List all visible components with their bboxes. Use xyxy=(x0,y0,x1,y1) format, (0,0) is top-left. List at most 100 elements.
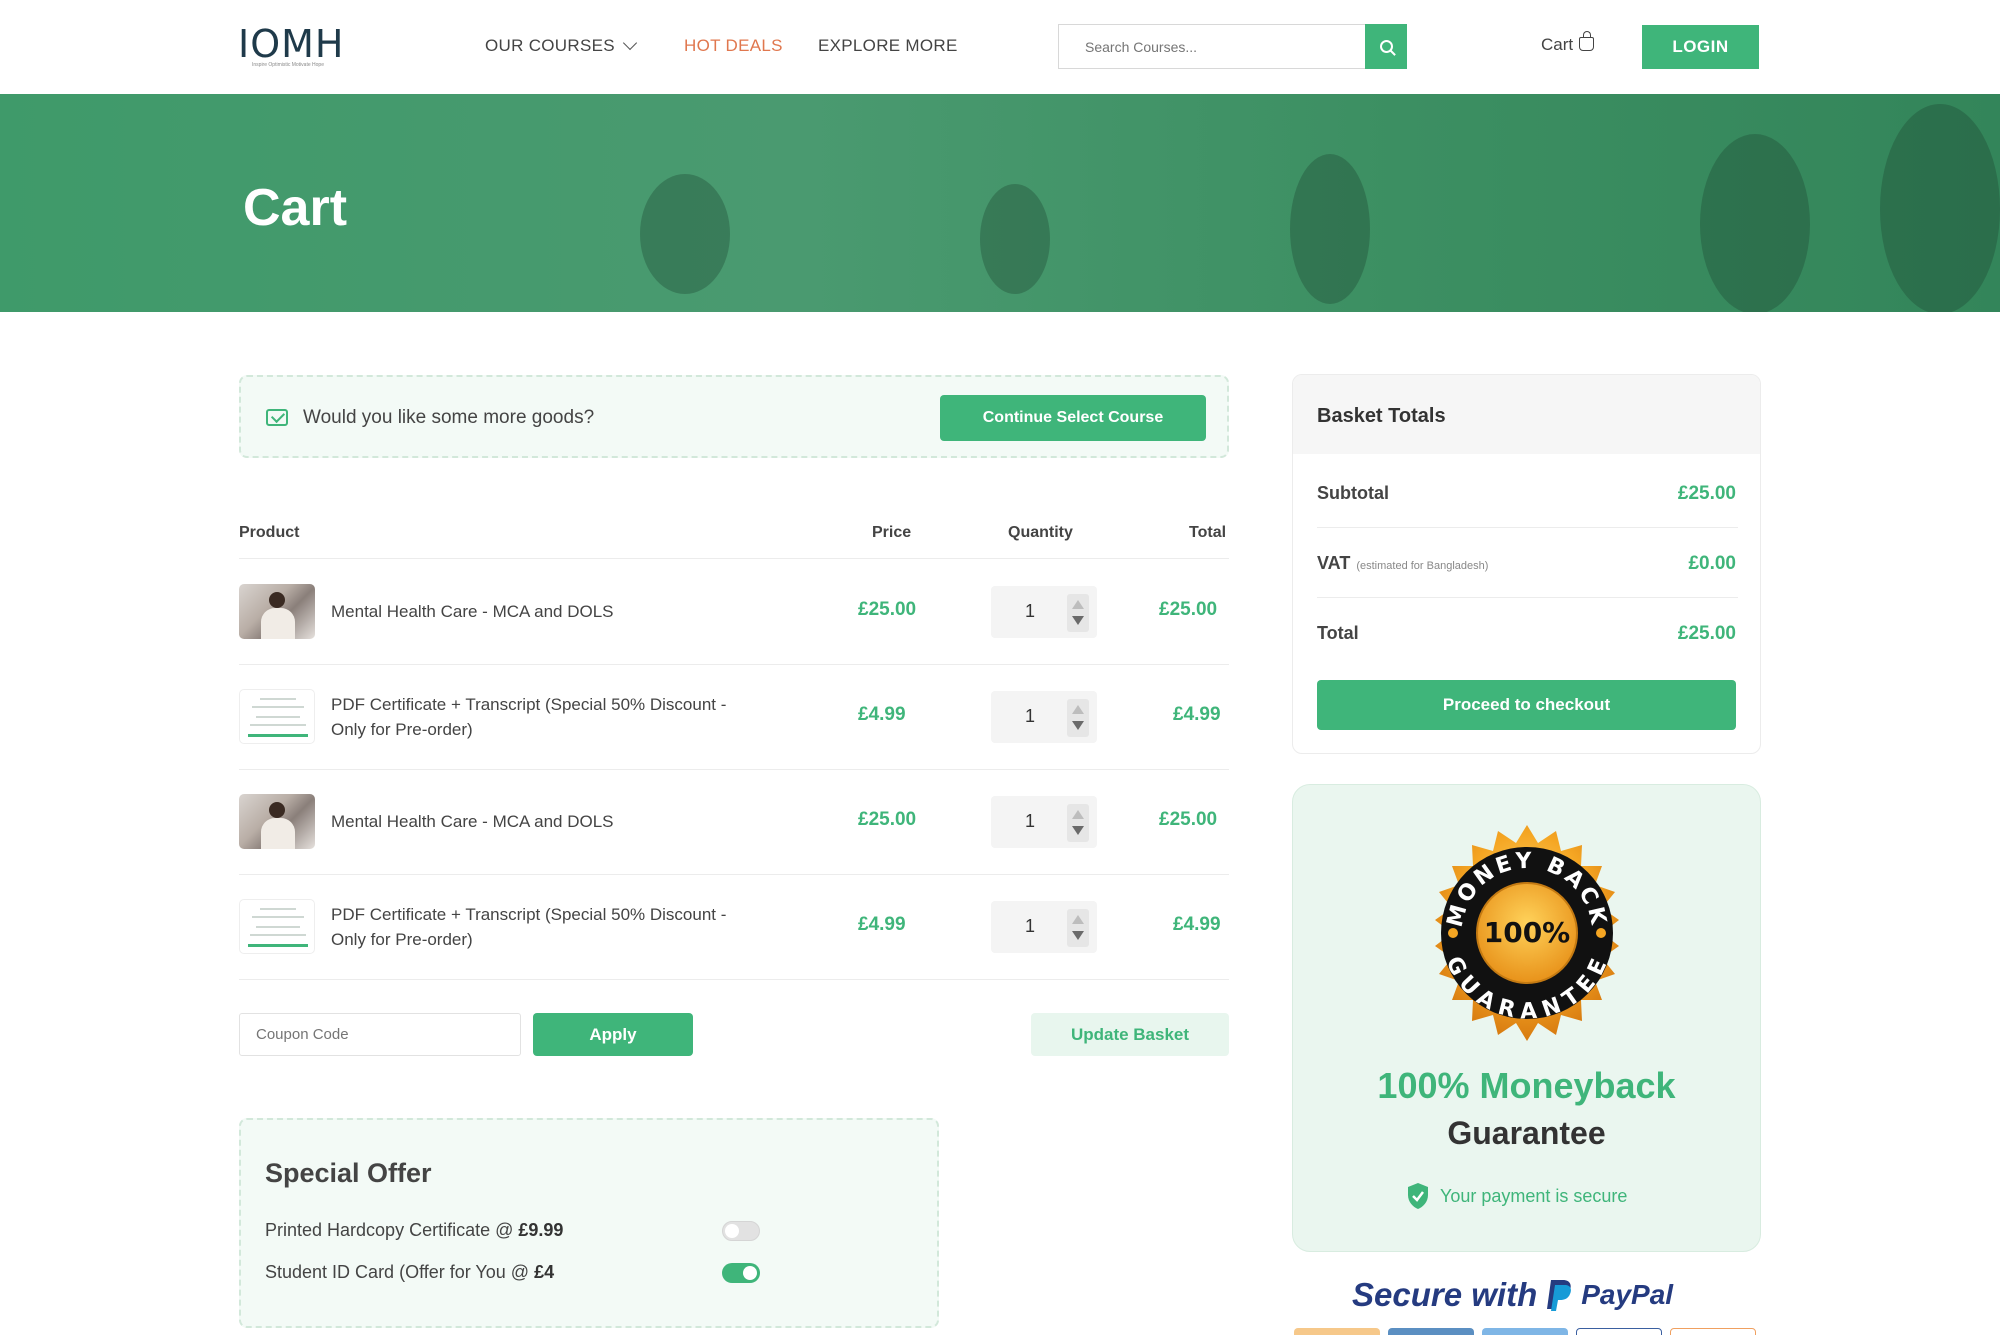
moneyback-badge-icon: MONEY BACK GUARANTEE 100% xyxy=(1435,825,1619,1041)
vat-label: VAT xyxy=(1317,553,1351,573)
proceed-to-checkout-button[interactable]: Proceed to checkout xyxy=(1317,680,1736,730)
product-price: £4.99 xyxy=(858,914,906,935)
arrow-up-icon[interactable] xyxy=(1072,600,1084,609)
site-header: IOMH Inspire Optimistic Motivate Hope OU… xyxy=(0,0,2000,94)
offer-item-hardcopy: Printed Hardcopy Certificate @ £9.99 xyxy=(265,1220,563,1241)
quantity-stepper[interactable]: 1 xyxy=(991,586,1097,638)
product-total: £25.00 xyxy=(1159,809,1218,830)
secure-with-paypal: Secure with PayPal xyxy=(1352,1276,1673,1314)
basket-title: Basket Totals xyxy=(1317,405,1446,427)
arrow-down-icon[interactable] xyxy=(1072,826,1084,835)
product-name[interactable]: Mental Health Care - MCA and DOLS xyxy=(331,599,751,624)
nav-our-courses[interactable]: OUR COURSES xyxy=(485,35,637,56)
payment-method-chip xyxy=(1294,1328,1380,1335)
payment-method-chip xyxy=(1670,1328,1756,1335)
payment-secure-text: Your payment is secure xyxy=(1440,1185,1628,1206)
hardcopy-toggle[interactable] xyxy=(722,1221,760,1241)
cart-label: Cart xyxy=(1541,35,1574,54)
basket-header: Basket Totals xyxy=(1293,375,1760,454)
arrow-up-icon[interactable] xyxy=(1072,915,1084,924)
quantity-value[interactable]: 1 xyxy=(1025,706,1035,727)
coupon-input[interactable] xyxy=(240,1014,520,1055)
divider xyxy=(1317,597,1738,598)
coupon-field-wrapper xyxy=(239,1013,521,1056)
search-box xyxy=(1058,24,1366,69)
cart-link[interactable]: Cart xyxy=(1541,31,1595,55)
payment-method-chip xyxy=(1388,1328,1474,1335)
guarantee-title: 100% Moneyback xyxy=(1377,1065,1676,1106)
badge-center-text: 100% xyxy=(1484,916,1571,949)
vat-value: £0.00 xyxy=(1688,553,1736,574)
product-price: £25.00 xyxy=(858,599,917,620)
quantity-stepper[interactable]: 1 xyxy=(991,796,1097,848)
product-thumbnail[interactable] xyxy=(239,899,315,954)
page-title: Cart xyxy=(243,179,348,237)
search-input[interactable] xyxy=(1059,25,1366,68)
quantity-value[interactable]: 1 xyxy=(1025,811,1035,832)
shopping-bag-icon xyxy=(1579,31,1595,51)
arrow-down-icon[interactable] xyxy=(1072,616,1084,625)
logo[interactable]: IOMH Inspire Optimistic Motivate Hope xyxy=(238,22,345,68)
hero-banner: Cart xyxy=(0,94,2000,312)
arrow-down-icon[interactable] xyxy=(1072,721,1084,730)
moneyback-guarantee-panel: MONEY BACK GUARANTEE 100% 100% Moneyback… xyxy=(1292,784,1761,1252)
search-button[interactable] xyxy=(1365,24,1407,69)
chevron-down-icon xyxy=(622,35,637,51)
prompt-text: Would you like some more goods? xyxy=(303,407,595,428)
column-header-quantity: Quantity xyxy=(1008,524,1073,541)
column-header-product: Product xyxy=(239,524,300,541)
quantity-stepper[interactable]: 1 xyxy=(991,901,1097,953)
offer-item-student-id: Student ID Card (Offer for You @ £4 xyxy=(265,1262,554,1283)
continue-select-course-button[interactable]: Continue Select Course xyxy=(940,395,1206,441)
product-name[interactable]: Mental Health Care - MCA and DOLS xyxy=(331,809,751,834)
arrow-down-icon[interactable] xyxy=(1072,931,1084,940)
product-thumbnail[interactable] xyxy=(239,794,315,849)
quantity-spinner[interactable] xyxy=(1067,594,1089,632)
guarantee-subtitle: Guarantee xyxy=(1447,1115,1606,1151)
quantity-spinner[interactable] xyxy=(1067,804,1089,842)
paypal-icon xyxy=(1547,1280,1572,1311)
login-button[interactable]: LOGIN xyxy=(1642,25,1759,69)
vat-label-wrapper: VAT (estimated for Bangladesh) xyxy=(1317,553,1488,574)
secure-with-text: Secure with xyxy=(1352,1276,1538,1313)
product-name[interactable]: PDF Certificate + Transcript (Special 50… xyxy=(331,902,751,952)
special-offer-title: Special Offer xyxy=(265,1158,432,1188)
quantity-spinner[interactable] xyxy=(1067,909,1089,947)
payment-secure-note: Your payment is secure xyxy=(1406,1182,1627,1210)
table-row: Mental Health Care - MCA and DOLS £25.00… xyxy=(239,769,1229,874)
column-header-total: Total xyxy=(1189,524,1227,541)
offer-item-price: £9.99 xyxy=(518,1220,564,1240)
student-id-toggle[interactable] xyxy=(722,1263,760,1283)
subtotal-value: £25.00 xyxy=(1677,483,1736,504)
basket-totals-panel: Basket Totals Subtotal £25.00 VAT (estima… xyxy=(1292,374,1761,754)
nav-hot-deals[interactable]: HOT DEALS xyxy=(684,36,783,56)
nav-explore-more[interactable]: EXPLORE MORE xyxy=(818,36,958,56)
product-thumbnail[interactable] xyxy=(239,584,315,639)
arrow-up-icon[interactable] xyxy=(1072,810,1084,819)
shield-check-icon xyxy=(1408,1183,1428,1209)
table-row: PDF Certificate + Transcript (Special 50… xyxy=(239,874,1229,979)
table-row: PDF Certificate + Transcript (Special 50… xyxy=(239,664,1229,769)
payment-method-chip xyxy=(1482,1328,1568,1335)
product-price: £25.00 xyxy=(858,809,917,830)
quantity-stepper[interactable]: 1 xyxy=(991,691,1097,743)
quantity-value[interactable]: 1 xyxy=(1025,916,1035,937)
logo-wordmark: IOMH xyxy=(238,22,345,66)
apply-coupon-button[interactable]: Apply xyxy=(533,1013,693,1056)
product-thumbnail[interactable] xyxy=(239,689,315,744)
search-icon xyxy=(1379,40,1393,53)
total-label: Total xyxy=(1317,623,1359,643)
quantity-spinner[interactable] xyxy=(1067,699,1089,737)
total-value: £25.00 xyxy=(1677,623,1736,644)
mail-icon xyxy=(266,409,288,426)
arrow-up-icon[interactable] xyxy=(1072,705,1084,714)
product-total: £25.00 xyxy=(1159,599,1218,620)
product-name[interactable]: PDF Certificate + Transcript (Special 50… xyxy=(331,692,751,742)
table-row: Mental Health Care - MCA and DOLS £25.00… xyxy=(239,559,1229,664)
vat-note: (estimated for Bangladesh) xyxy=(1356,560,1489,572)
quantity-value[interactable]: 1 xyxy=(1025,601,1035,622)
offer-item-label: Printed Hardcopy Certificate @ xyxy=(265,1220,519,1240)
offer-item-price: £4 xyxy=(534,1262,555,1282)
nav-our-courses-label: OUR COURSES xyxy=(485,36,615,55)
update-basket-button[interactable]: Update Basket xyxy=(1031,1013,1229,1056)
